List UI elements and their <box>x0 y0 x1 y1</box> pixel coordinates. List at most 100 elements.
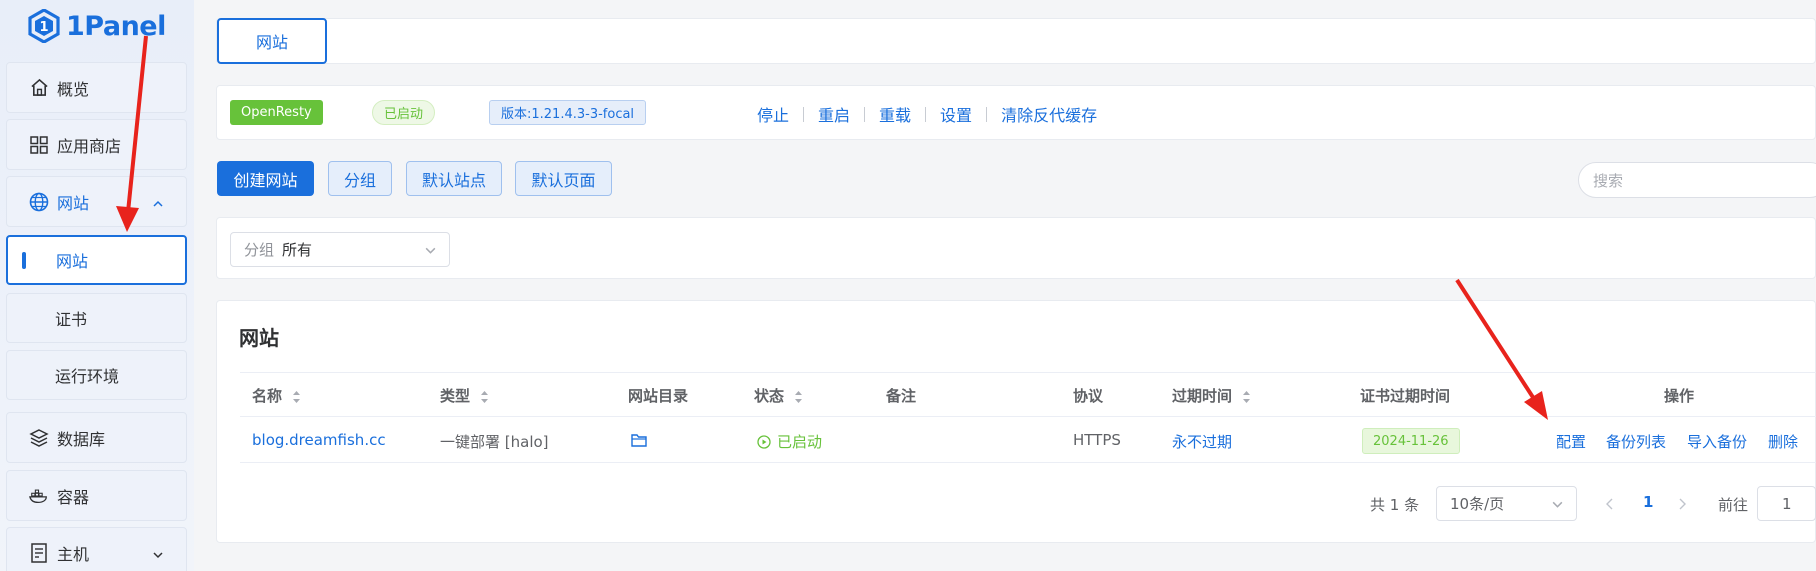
column-header-remark: 备注 <box>886 387 917 405</box>
version-tag: 版本:1.21.4.3-3-focal <box>489 100 647 125</box>
sidebar-subitem-runtime[interactable]: 运行环境 <box>6 350 187 400</box>
logo-text: 1Panel <box>66 10 166 42</box>
app-logo[interactable]: 1 1Panel <box>28 6 166 46</box>
column-header-status[interactable]: 状态 <box>754 385 803 406</box>
chevron-up-icon <box>152 195 164 214</box>
search-input[interactable]: 搜索 <box>1578 162 1816 198</box>
folder-icon[interactable] <box>631 433 647 451</box>
layers-icon <box>29 428 49 448</box>
column-header-expire[interactable]: 过期时间 <box>1172 385 1251 406</box>
sidebar-subitem-websites[interactable]: 网站 <box>6 235 187 285</box>
divider <box>925 106 927 122</box>
sidebar-item-host[interactable]: 主机 <box>6 527 187 571</box>
sidebar-subitem-certificates[interactable]: 证书 <box>6 293 187 343</box>
sidebar-item-label: 网站 <box>56 252 89 271</box>
column-header-cert-expire: 证书过期时间 <box>1360 387 1451 405</box>
next-page-icon[interactable] <box>1677 496 1687 514</box>
column-header-type[interactable]: 类型 <box>440 385 489 406</box>
column-header-name[interactable]: 名称 <box>252 385 301 406</box>
header-label: 状态 <box>754 387 785 405</box>
page-size-select[interactable]: 10条/页 <box>1436 486 1577 521</box>
import-backup-link[interactable]: 导入备份 <box>1687 431 1747 452</box>
sidebar-item-label: 证书 <box>55 310 88 329</box>
create-website-button[interactable]: 创建网站 <box>217 161 314 196</box>
reload-link[interactable]: 重载 <box>879 102 911 126</box>
clear-proxy-cache-link[interactable]: 清除反代缓存 <box>1001 102 1097 126</box>
grid-icon <box>29 135 49 155</box>
delete-link[interactable]: 删除 <box>1768 431 1798 452</box>
stop-link[interactable]: 停止 <box>757 102 789 126</box>
header-label: 类型 <box>440 387 471 405</box>
page-size-value: 10条/页 <box>1450 495 1505 513</box>
sidebar-item-overview[interactable]: 概览 <box>6 62 187 113</box>
filter-value: 所有 <box>282 241 313 259</box>
restart-link[interactable]: 重启 <box>818 102 850 126</box>
sidebar-item-app-store[interactable]: 应用商店 <box>6 119 187 170</box>
openresty-actions: 停止 重启 重载 设置 清除反代缓存 <box>757 102 1097 126</box>
status-text: 已启动 <box>777 433 823 451</box>
sidebar: 1 1Panel 概览 应用商店 网站 网站 证书 运行环境 数据库 容器 主机 <box>0 0 194 571</box>
play-circle-icon <box>757 434 771 449</box>
default-page-button[interactable]: 默认页面 <box>515 161 612 196</box>
chevron-down-icon <box>1551 497 1564 515</box>
header-label: 过期时间 <box>1172 387 1233 405</box>
svg-text:1: 1 <box>39 20 48 35</box>
sort-icon <box>481 390 489 403</box>
sidebar-item-label: 容器 <box>57 487 90 507</box>
sidebar-item-containers[interactable]: 容器 <box>6 470 187 521</box>
table-row-bottom-line <box>240 462 1816 463</box>
filter-panel <box>216 217 1816 279</box>
filter-label: 分组 <box>244 241 275 259</box>
settings-link[interactable]: 设置 <box>940 102 972 126</box>
sidebar-item-database[interactable]: 数据库 <box>6 412 187 463</box>
sidebar-item-label: 概览 <box>57 79 90 99</box>
sort-icon <box>795 390 803 403</box>
cert-expire-badge: 2024-11-26 <box>1362 428 1460 454</box>
website-status[interactable]: 已启动 <box>757 431 822 452</box>
divider <box>986 106 988 122</box>
goto-value: 1 <box>1782 494 1792 513</box>
sidebar-item-label: 网站 <box>57 193 90 213</box>
sidebar-item-label: 应用商店 <box>57 136 122 156</box>
column-header-protocol: 协议 <box>1073 387 1104 405</box>
website-name-link[interactable]: blog.dreamfish.cc <box>252 431 386 449</box>
globe-icon <box>29 192 49 212</box>
pagination-total: 共 1 条 <box>1370 496 1420 514</box>
sort-icon <box>1243 390 1251 403</box>
server-icon <box>29 542 49 563</box>
sidebar-item-websites[interactable]: 网站 <box>6 176 187 227</box>
group-filter-select[interactable]: 分组 所有 <box>230 232 450 267</box>
panel-logo-icon: 1 <box>28 9 60 43</box>
docker-icon <box>29 486 49 506</box>
active-indicator <box>22 252 26 269</box>
status-badge: 已启动 <box>372 100 436 125</box>
openresty-tag: OpenResty <box>230 100 323 125</box>
divider <box>864 106 866 122</box>
sidebar-item-label: 运行环境 <box>55 367 120 386</box>
header-label: 名称 <box>252 387 283 405</box>
sidebar-item-label: 主机 <box>57 544 90 564</box>
prev-page-icon[interactable] <box>1605 496 1615 514</box>
backup-list-link[interactable]: 备份列表 <box>1606 431 1666 452</box>
column-header-actions: 操作 <box>1664 387 1695 405</box>
chevron-down-icon <box>152 546 164 565</box>
table-title: 网站 <box>239 326 279 350</box>
page-number-current[interactable]: 1 <box>1643 493 1653 511</box>
expire-link[interactable]: 永不过期 <box>1172 431 1232 452</box>
tab-websites[interactable]: 网站 <box>217 18 327 64</box>
tab-bar <box>216 18 1816 64</box>
chevron-down-icon <box>424 243 437 261</box>
sidebar-item-label: 数据库 <box>57 429 106 449</box>
goto-label: 前往 <box>1718 496 1749 514</box>
home-icon <box>29 78 49 98</box>
divider <box>803 106 805 122</box>
table-header-bottom-line <box>240 416 1816 417</box>
website-type: 一键部署 [halo] <box>440 433 549 451</box>
group-button[interactable]: 分组 <box>328 161 392 196</box>
default-site-button[interactable]: 默认站点 <box>406 161 502 196</box>
config-link[interactable]: 配置 <box>1556 431 1586 452</box>
website-protocol: HTTPS <box>1073 431 1121 449</box>
column-header-directory: 网站目录 <box>628 387 689 405</box>
sort-icon <box>293 390 301 403</box>
goto-page-input[interactable]: 1 <box>1757 486 1816 521</box>
